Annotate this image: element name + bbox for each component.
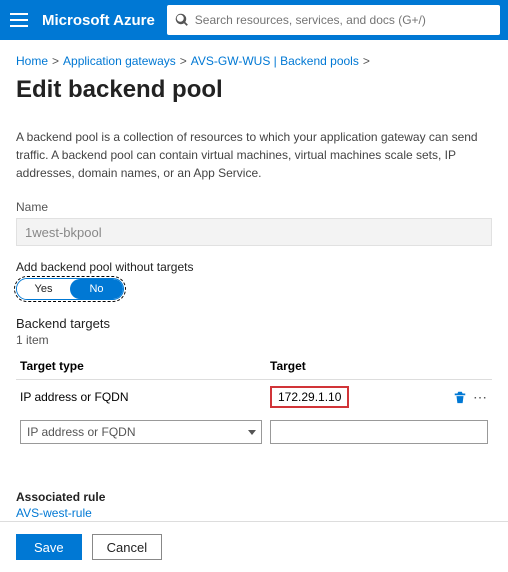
breadcrumb-home[interactable]: Home	[16, 54, 48, 68]
save-button[interactable]: Save	[16, 534, 82, 560]
associated-rule-label: Associated rule	[16, 490, 492, 504]
name-label: Name	[16, 200, 492, 214]
page-description: A backend pool is a collection of resour…	[16, 128, 492, 182]
column-target-type: Target type	[16, 353, 266, 380]
table-row-new	[16, 414, 492, 450]
footer: Save Cancel	[0, 521, 508, 572]
backend-targets-count: 1 item	[16, 333, 492, 347]
delete-icon[interactable]	[453, 390, 467, 404]
target-type-select[interactable]	[20, 420, 262, 444]
target-value-input[interactable]	[270, 420, 488, 444]
chevron-right-icon: >	[180, 54, 187, 68]
column-target: Target	[266, 353, 442, 380]
chevron-right-icon: >	[363, 54, 370, 68]
chevron-right-icon: >	[52, 54, 59, 68]
breadcrumb-application-gateways[interactable]: Application gateways	[63, 54, 176, 68]
backend-targets-table: Target type Target IP address or FQDN 17…	[16, 353, 492, 450]
page-title: Edit backend pool	[16, 76, 492, 104]
toggle-yes[interactable]: Yes	[17, 279, 70, 299]
top-bar: Microsoft Azure	[0, 0, 508, 40]
associated-rule-link[interactable]: AVS-west-rule	[16, 506, 92, 520]
search-bar[interactable]	[167, 5, 500, 35]
table-row: IP address or FQDN 172.29.1.10 ⋯	[16, 380, 492, 415]
cell-target-value: 172.29.1.10	[270, 386, 349, 408]
breadcrumb: Home > Application gateways > AVS-GW-WUS…	[16, 50, 492, 76]
without-targets-toggle[interactable]: Yes No	[16, 278, 124, 300]
search-input[interactable]	[195, 13, 492, 27]
without-targets-label: Add backend pool without targets	[16, 260, 492, 274]
associated-rule-section: Associated rule AVS-west-rule	[16, 490, 492, 522]
name-input	[16, 218, 492, 246]
more-actions-icon[interactable]: ⋯	[473, 389, 488, 406]
backend-targets-heading: Backend targets	[16, 316, 492, 331]
toggle-no[interactable]: No	[70, 279, 123, 299]
cell-target-type: IP address or FQDN	[16, 380, 266, 415]
breadcrumb-backend-pools[interactable]: AVS-GW-WUS | Backend pools	[191, 54, 359, 68]
search-icon	[175, 13, 189, 27]
hamburger-menu-icon[interactable]	[8, 9, 30, 31]
cancel-button[interactable]: Cancel	[92, 534, 162, 560]
main-content: Home > Application gateways > AVS-GW-WUS…	[0, 40, 508, 522]
brand-label: Microsoft Azure	[42, 12, 155, 29]
